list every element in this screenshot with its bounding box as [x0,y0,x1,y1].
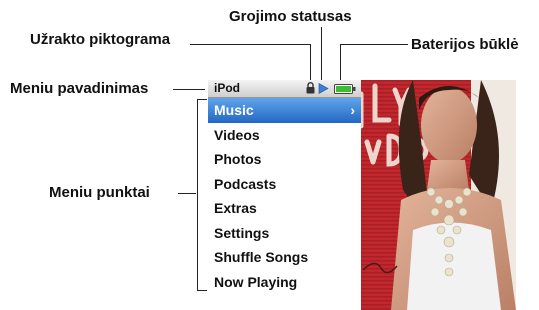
ipod-screen: iPod Music › Videos Photos Podcasts Extr [208,80,516,310]
menu-item-label: Settings [214,224,270,241]
play-icon [318,83,329,94]
menu-item-shuffle-songs[interactable]: Shuffle Songs [208,245,361,270]
lock-leader-v [310,44,311,82]
menu-item-label: Podcasts [214,175,277,192]
menu-items-label: Meniu punktai [49,184,150,201]
battery-status-label: Baterijos būklė [411,36,519,53]
menu-item-now-playing[interactable]: Now Playing [208,270,361,295]
menu-title: iPod [214,81,240,95]
play-status-label: Grojimo statusas [229,8,352,25]
lock-icon-label: Užrakto piktograma [30,31,171,48]
menu-item-label: Now Playing [214,273,298,290]
menu-item-podcasts[interactable]: Podcasts [208,172,361,197]
album-art-image [361,80,516,310]
battery-icon [334,84,356,94]
menu-items-leader-h [178,193,196,194]
bracket-top [197,99,207,100]
lock-leader-h [190,44,310,45]
play-status-leader-v [321,27,322,82]
lock-icon [306,82,315,94]
title-bar: iPod [208,80,361,98]
album-art [361,80,516,310]
menu-item-extras[interactable]: Extras [208,196,361,221]
bracket-vertical [197,99,198,291]
menu-item-label: Music [214,102,254,118]
menu-item-label: Extras [214,200,257,216]
menu-item-music[interactable]: Music › [208,98,361,123]
menu-list: Music › Videos Photos Podcasts Extras Se… [208,98,361,294]
menu-title-leader [173,89,205,90]
menu-item-label: Shuffle Songs [214,249,309,265]
menu-item-label: Videos [214,126,260,143]
menu-item-videos[interactable]: Videos [208,123,361,148]
menu-item-label: Photos [214,151,262,167]
battery-leader-h [340,44,408,45]
bracket-bottom [197,290,207,291]
menu-title-label: Meniu pavadinimas [10,80,149,97]
chevron-right-icon: › [350,102,355,118]
menu-item-settings[interactable]: Settings [208,221,361,246]
menu-item-photos[interactable]: Photos [208,147,361,172]
battery-leader-v [340,44,341,82]
